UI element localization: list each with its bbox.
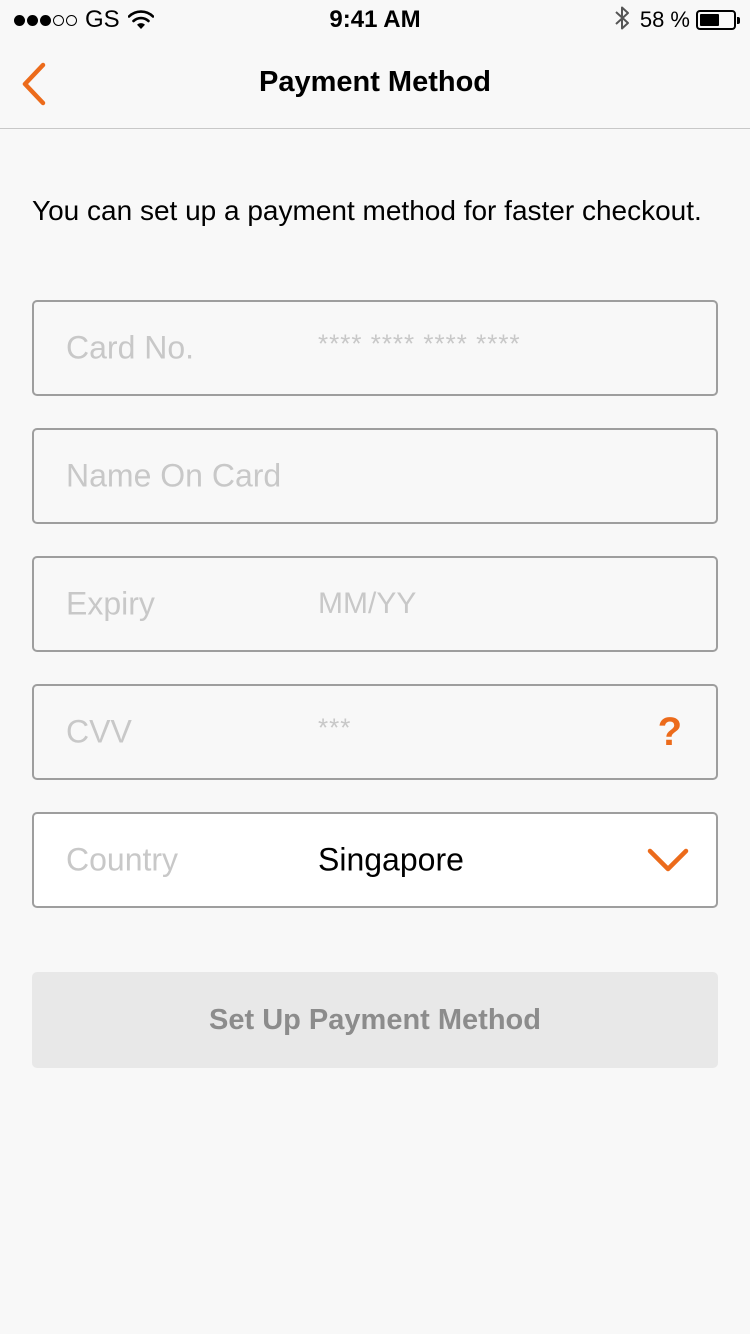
country-label: Country [66,841,179,878]
cvv-label: CVV [66,713,132,750]
nav-bar: Payment Method [0,40,750,129]
battery-percent: 58 % [639,7,690,32]
name-on-card-label: Name On Card [66,457,282,494]
intro-text: You can set up a payment method for fast… [32,195,702,226]
cvv-field[interactable]: CVV *** ? [32,684,718,780]
expiry-field[interactable]: Expiry MM/YY [32,556,718,652]
set-up-payment-method-button[interactable]: Set Up Payment Method [32,972,718,1068]
battery-nub [737,17,740,24]
status-right: 58 % [614,5,740,36]
page-title: Payment Method [258,66,492,98]
country-select[interactable]: Country Singapore [32,812,718,908]
card-number-placeholder: **** **** **** **** [318,328,521,359]
status-bar: GS 9:41 AM 58 % [0,0,750,40]
expiry-label: Expiry [66,585,155,622]
cvv-help-icon[interactable]: ? [658,712,682,752]
card-number-field[interactable]: Card No. **** **** **** **** [32,300,718,396]
battery-icon [696,10,740,30]
card-number-label: Card No. [66,329,195,366]
expiry-placeholder: MM/YY [318,587,417,620]
country-value: Singapore [318,841,464,878]
chevron-down-icon[interactable] [646,846,690,874]
cvv-placeholder: *** [318,712,352,743]
name-on-card-field[interactable]: Name On Card [32,428,718,524]
bluetooth-icon [614,5,630,36]
battery-fill [700,14,719,26]
